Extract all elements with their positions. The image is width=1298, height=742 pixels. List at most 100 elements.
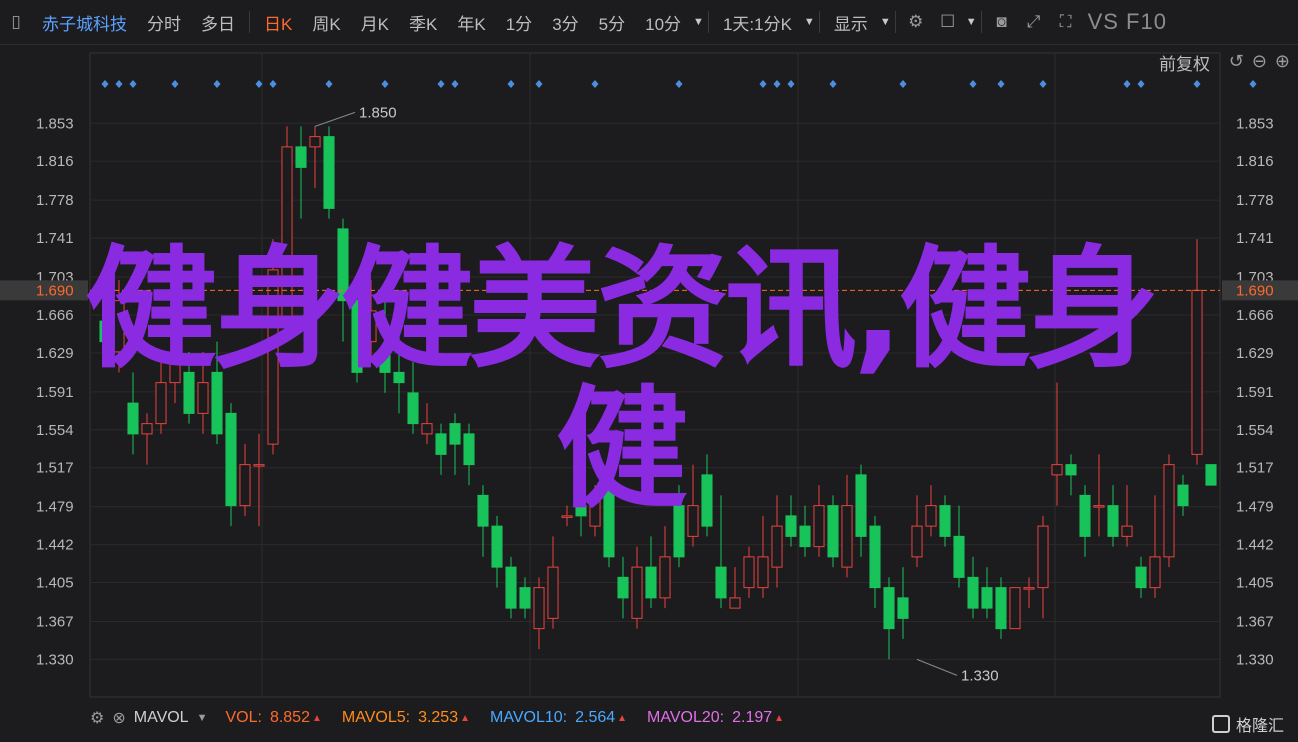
candle-body <box>715 566 727 599</box>
candlestick-chart[interactable]: 1.853 1.853 1.816 1.816 1.778 1.778 1.741 1.741… <box>0 45 1298 701</box>
candle-body <box>127 402 139 435</box>
signal-marker-icon <box>969 80 977 88</box>
signal-marker-icon <box>507 80 515 88</box>
candle-body <box>995 587 1007 630</box>
signal-marker-icon <box>675 80 683 88</box>
period-tab-6[interactable]: 年K <box>447 10 495 35</box>
candle-body <box>351 300 363 373</box>
candle-body <box>505 566 517 609</box>
annotation-label: 1.330 <box>961 667 999 684</box>
candle-body <box>253 464 265 467</box>
camera-icon[interactable]: ◙ <box>992 12 1012 32</box>
y-tick-label-left: 1.778 <box>36 192 74 209</box>
gear-icon[interactable]: ⚙ <box>90 708 104 728</box>
candle-body <box>407 392 419 425</box>
signal-marker-icon <box>997 80 1005 88</box>
range-selector[interactable]: 1天:1分K <box>713 10 802 35</box>
candle-body <box>911 525 923 558</box>
mavol20-value: 2.197 <box>732 709 773 726</box>
y-tick-label-left: 1.479 <box>36 499 74 516</box>
candle-body <box>379 351 391 373</box>
period-tab-4[interactable]: 月K <box>351 10 399 35</box>
candle-body <box>589 494 601 527</box>
period-tab-0[interactable]: 分时 <box>137 10 191 35</box>
candle-body <box>421 423 433 435</box>
y-tick-label-right: 1.591 <box>1236 384 1274 401</box>
candle-body <box>393 371 405 384</box>
candle-body <box>659 556 671 599</box>
signal-marker-icon <box>325 80 333 88</box>
candle-body <box>183 371 195 414</box>
candle-body <box>575 505 587 517</box>
candle-body <box>953 535 965 578</box>
period-tab-2[interactable]: 日K <box>254 10 302 35</box>
period-tab-10[interactable]: 10分 <box>635 10 691 35</box>
gear-icon[interactable]: ⚙ <box>906 12 926 32</box>
candle-body <box>1093 505 1105 508</box>
y-tick-label-left: 1.741 <box>36 230 74 247</box>
annotation-leader <box>314 111 356 127</box>
candle-body <box>967 576 979 609</box>
candle-body <box>687 505 699 537</box>
y-tick-label-right: 1.853 <box>1236 115 1274 132</box>
y-tick-label-right: 1.330 <box>1236 651 1274 668</box>
compare-f10-label[interactable]: VS F10 <box>1088 9 1167 35</box>
chevron-down-icon[interactable]: ▼ <box>966 16 977 28</box>
candle-body <box>785 515 797 537</box>
signal-marker-icon <box>773 80 781 88</box>
vol-label: VOL: <box>225 709 262 726</box>
candle-body <box>1177 484 1189 507</box>
up-arrow-icon: ▲ <box>617 712 628 724</box>
candle-body <box>743 556 755 589</box>
signal-marker-icon <box>171 80 179 88</box>
candle-body <box>827 505 839 558</box>
fullscreen-icon[interactable]: ⤢ <box>1024 12 1044 32</box>
y-tick-label-left: 1.666 <box>36 307 74 324</box>
stock-name[interactable]: 赤子城科技 <box>32 10 137 35</box>
y-tick-label-left: 1.554 <box>36 422 74 439</box>
signal-marker-icon <box>899 80 907 88</box>
candle-body <box>449 423 461 445</box>
chevron-down-icon[interactable]: ▼ <box>693 16 704 28</box>
candle-body <box>239 464 251 507</box>
display-menu[interactable]: 显示 <box>824 10 878 35</box>
y-tick-label-left: 1.629 <box>36 345 74 362</box>
indicator-name[interactable]: MAVOL <box>134 709 189 727</box>
candle-body <box>365 310 377 343</box>
y-tick-label-right: 1.741 <box>1236 230 1274 247</box>
period-tab-7[interactable]: 1分 <box>496 10 542 35</box>
y-tick-label-left: 1.853 <box>36 115 74 132</box>
chevron-down-icon[interactable]: ▼ <box>880 16 891 28</box>
candle-body <box>1037 525 1049 589</box>
y-tick-label-left: 1.367 <box>36 613 74 630</box>
y-tick-label-left: 1.517 <box>36 460 74 477</box>
candle-body <box>309 136 321 148</box>
close-icon[interactable]: ⊗ <box>112 708 125 728</box>
candle-body <box>169 351 181 384</box>
signal-marker-icon <box>213 80 221 88</box>
chevron-down-icon[interactable]: ▼ <box>197 712 208 724</box>
sidebar-toggle-icon[interactable]: ▯ <box>6 12 26 32</box>
candle-body <box>673 505 685 558</box>
period-tab-9[interactable]: 5分 <box>589 10 635 35</box>
chevron-down-icon[interactable]: ▼ <box>804 16 815 28</box>
candle-body <box>799 525 811 548</box>
candle-body <box>281 146 293 322</box>
annotation-leader <box>916 658 958 676</box>
expand-icon[interactable]: ⛶ <box>1056 12 1076 32</box>
period-tab-1[interactable]: 多日 <box>191 10 245 35</box>
toolbar: ▯ 赤子城科技 分时 多日 日K 周K 月K 季K 年K 1分 3分 5分 10… <box>0 0 1298 45</box>
candle-body <box>519 587 531 609</box>
y-tick-label-right: 1.517 <box>1236 460 1274 477</box>
candle-body <box>99 320 111 343</box>
period-tab-3[interactable]: 周K <box>302 10 350 35</box>
checkbox-icon[interactable]: ☐ <box>938 12 958 32</box>
period-tab-5[interactable]: 季K <box>399 10 447 35</box>
y-tick-label-right: 1.479 <box>1236 499 1274 516</box>
up-arrow-icon: ▲ <box>311 712 322 724</box>
candle-body <box>869 525 881 589</box>
candle-body <box>939 505 951 537</box>
candle-body <box>897 597 909 619</box>
candle-body <box>1163 464 1175 558</box>
period-tab-8[interactable]: 3分 <box>542 10 588 35</box>
